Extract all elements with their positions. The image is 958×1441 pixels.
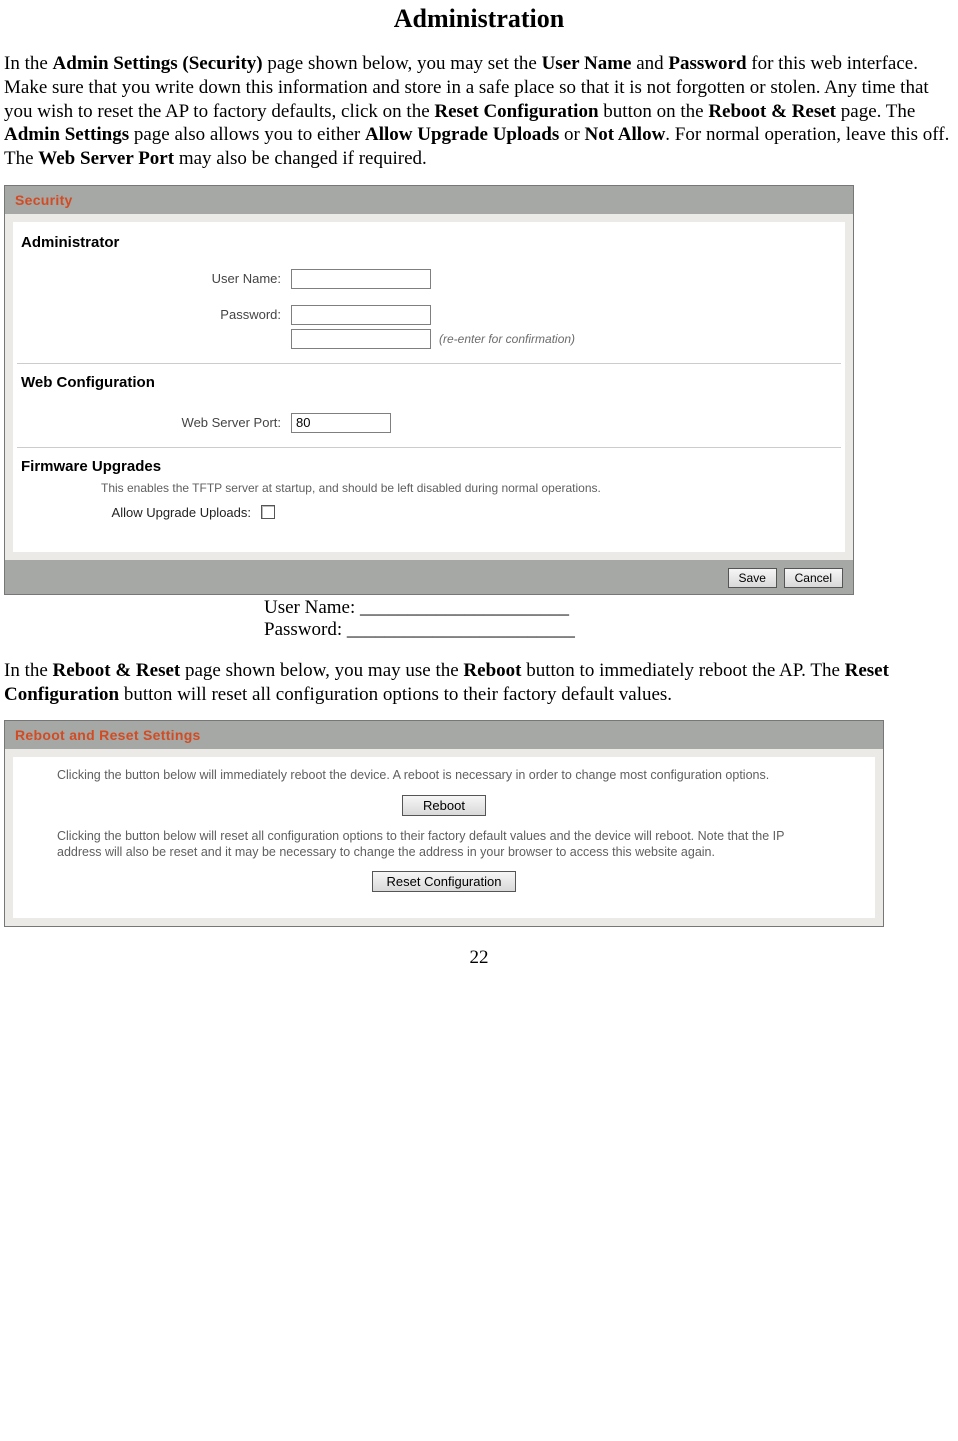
- web-server-port-label: Web Server Port:: [21, 415, 291, 430]
- intro-paragraph: In the Admin Settings (Security) page sh…: [4, 52, 954, 171]
- reboot-description: Clicking the button below will immediate…: [57, 767, 831, 783]
- web-server-port-input[interactable]: [291, 413, 391, 433]
- text: button on the: [599, 101, 709, 122]
- reboot-panel-body: Clicking the button below will immediate…: [13, 757, 875, 918]
- reboot-panel: Reboot and Reset Settings Clicking the b…: [4, 720, 884, 927]
- text-bold: Reboot & Reset: [53, 660, 181, 681]
- text: button will reset all configuration opti…: [119, 684, 672, 705]
- security-panel-body: Administrator User Name: Password: (re-e…: [13, 222, 845, 552]
- text-bold: Password: [668, 53, 746, 74]
- allow-upgrade-checkbox[interactable]: [261, 505, 275, 519]
- password-input[interactable]: [291, 305, 431, 325]
- text: button to immediately reboot the AP. The: [521, 660, 844, 681]
- text: page shown below, you may set the: [263, 53, 542, 74]
- reset-description: Clicking the button below will reset all…: [57, 828, 831, 861]
- text: page. The: [836, 101, 915, 122]
- page-title: Administration: [4, 4, 954, 34]
- text-bold: Admin Settings (Security): [53, 53, 263, 74]
- user-name-row: User Name:: [21, 269, 837, 289]
- web-configuration-section-title: Web Configuration: [21, 374, 837, 391]
- security-panel: Security Administrator User Name: Passwo…: [4, 185, 854, 595]
- allow-upgrade-label: Allow Upgrade Uploads:: [21, 505, 261, 520]
- password-confirm-row: (re-enter for confirmation): [21, 329, 837, 349]
- text-bold: Reboot: [463, 660, 521, 681]
- reboot-panel-header: Reboot and Reset Settings: [5, 721, 883, 749]
- text: page also allows you to either: [129, 124, 365, 145]
- allow-upgrade-row: Allow Upgrade Uploads:: [21, 505, 837, 520]
- reset-configuration-button[interactable]: Reset Configuration: [372, 871, 517, 892]
- administrator-section-title: Administrator: [21, 234, 837, 251]
- text-bold: Reboot & Reset: [708, 101, 836, 122]
- password-confirm-input[interactable]: [291, 329, 431, 349]
- password-label: Password:: [21, 307, 291, 322]
- password-blank-line: Password: ________________________: [264, 619, 954, 641]
- text: may also be changed if required.: [174, 148, 427, 169]
- reboot-paragraph: In the Reboot & Reset page shown below, …: [4, 659, 954, 707]
- password-row: Password:: [21, 305, 837, 325]
- firmware-help-text: This enables the TFTP server at startup,…: [101, 481, 837, 495]
- web-server-port-row: Web Server Port:: [21, 413, 837, 433]
- text-bold: Not Allow: [585, 124, 666, 145]
- security-button-bar: Save Cancel: [5, 560, 853, 594]
- text-bold: Web Server Port: [38, 148, 174, 169]
- save-button[interactable]: Save: [728, 568, 777, 588]
- user-name-blank-line: User Name: ______________________: [264, 597, 954, 619]
- reboot-button[interactable]: Reboot: [402, 795, 486, 816]
- text: and: [631, 53, 668, 74]
- text: page shown below, you may use the: [180, 660, 463, 681]
- text: In the: [4, 53, 53, 74]
- text-bold: Reset Configuration: [434, 101, 598, 122]
- page-number: 22: [4, 947, 954, 969]
- text-bold: Allow Upgrade Uploads: [365, 124, 559, 145]
- text-bold: User Name: [542, 53, 632, 74]
- password-confirm-hint: (re-enter for confirmation): [439, 332, 575, 346]
- text: or: [559, 124, 584, 145]
- text: In the: [4, 660, 53, 681]
- text-bold: Admin Settings: [4, 124, 129, 145]
- user-name-input[interactable]: [291, 269, 431, 289]
- security-panel-header: Security: [5, 186, 853, 214]
- cancel-button[interactable]: Cancel: [784, 568, 843, 588]
- firmware-upgrades-section-title: Firmware Upgrades: [21, 458, 837, 475]
- user-name-label: User Name:: [21, 271, 291, 286]
